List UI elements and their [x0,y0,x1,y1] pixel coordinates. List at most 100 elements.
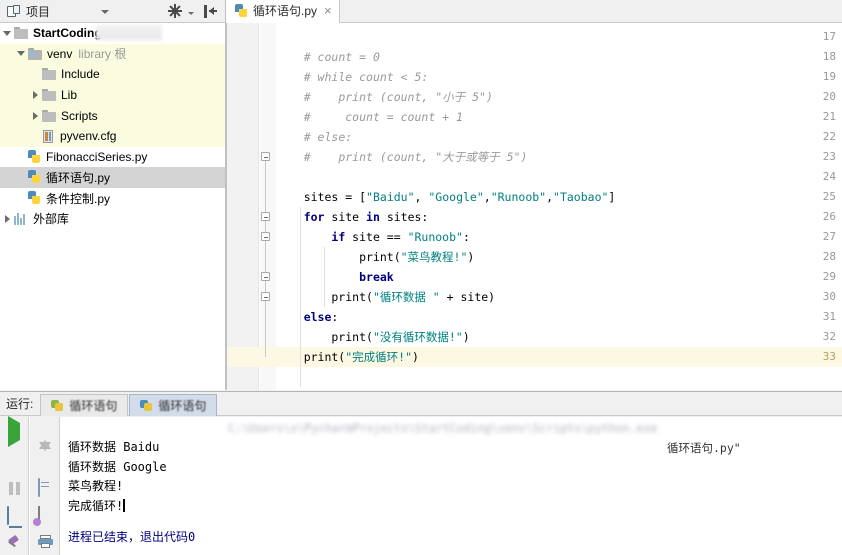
code-line[interactable]: break [276,267,842,287]
line-number: 27 [822,230,836,243]
show-console-button[interactable] [5,506,23,525]
pause-button[interactable] [5,479,23,497]
tree-item-label: Include [61,67,100,82]
code-line[interactable]: if site == "Runoob": [276,227,842,247]
line-number: 30 [822,290,836,303]
tree-row[interactable]: 循环语句.py [0,167,225,188]
fold-toggle-icon[interactable] [261,152,270,161]
line-number: 18 [822,50,836,63]
tab-xunhuanyuju-py[interactable]: 循环语句.py × [226,0,340,23]
run-tab-0[interactable]: 循环语句 [40,393,129,416]
project-icon [7,4,21,18]
code-token: ) [467,250,475,264]
library-icon [14,212,28,225]
chevron-right-icon[interactable] [28,111,42,120]
code-token: break [359,270,394,284]
chevron-right-icon[interactable] [0,214,14,223]
tree-item-label: venv [47,46,73,61]
tree-row[interactable]: 外部库 [0,208,225,229]
code-line[interactable]: print("菜鸟教程!") [276,247,842,267]
code-token: site [324,210,367,224]
console-command-line-tail: 循环语句.py" [667,441,741,455]
line-number: 32 [822,330,836,343]
tree-row[interactable]: pyvenv.cfg [0,125,225,147]
code-line[interactable]: print("循环数据 " + site) [276,287,842,307]
code-line[interactable] [276,27,842,47]
editor-fold-column[interactable] [260,23,276,390]
code-token: print( [276,250,401,264]
close-icon[interactable]: × [324,4,332,17]
tree-item-label: 循环语句.py [46,170,111,185]
code-line[interactable]: # count = count + 1 [276,107,842,127]
code-line[interactable]: sites = ["Baidu", "Google","Runoob","Tao… [276,187,842,207]
stop-button[interactable] [5,451,23,469]
code-token: # count = count + 1 [303,110,463,124]
run-config-icon [51,399,64,412]
tree-item-label: 条件控制.py [46,191,111,206]
code-line[interactable]: # count = 0 [276,47,842,67]
code-line[interactable]: print("没有循环数据!") [276,327,842,347]
tree-row[interactable]: venv library 根 [0,43,225,65]
arrow-up-icon[interactable] [36,423,54,449]
chevron-right-icon[interactable] [28,91,42,100]
code-token: if [331,230,346,244]
fold-toggle-icon[interactable] [261,292,270,301]
code-line[interactable] [276,167,842,187]
soft-wrap-button[interactable] [36,478,54,497]
tree-item-sublabel: library 根 [78,47,127,62]
project-tree-panel[interactable]: StartCoding venv library 根 Include Lib Script… [0,23,226,390]
code-line[interactable]: print("完成循环!") [276,347,842,367]
code-token: "Baidu" [366,190,415,204]
tree-row[interactable]: Include [0,64,225,85]
code-token: [ [359,190,367,204]
code-line[interactable]: # while count < 5: [276,67,842,87]
redacted-region [96,25,162,40]
folder-module-icon [28,47,42,60]
code-line[interactable]: for site in sites: [276,207,842,227]
project-tool-header: 项目 [0,0,226,23]
code-token: , [546,190,554,204]
pin-tab-button[interactable] [5,534,23,553]
code-token: # print (count, "大于或等于 5") [303,150,528,164]
code-token: print( [276,330,373,344]
gear-chevron-icon[interactable] [188,12,194,15]
code-token: # else: [303,130,353,144]
chevron-down-icon[interactable] [14,51,28,57]
python-file-icon [28,191,41,205]
tree-row[interactable]: Scripts [0,105,225,126]
fold-toggle-icon[interactable] [261,272,270,281]
editor-code-area[interactable]: # count = 0 # while count < 5: # print (… [227,23,842,390]
tree-row[interactable]: StartCoding [0,23,225,44]
code-line[interactable]: else: [276,307,842,327]
run-second-toolbar [30,417,60,555]
console-line-text: 菜鸟教程! [68,479,124,493]
chevron-down-icon[interactable] [0,30,14,36]
tree-item-label: pyvenv.cfg [60,129,117,144]
code-token: for [303,210,325,224]
fold-toggle-icon[interactable] [261,212,270,221]
python-file-icon [28,170,41,184]
console-output[interactable]: C:\Users\x\PycharmProjects\StartCoding\v… [61,417,842,555]
code-line[interactable]: # print (count, "大于或等于 5") [276,147,842,167]
code-line[interactable]: # else: [276,127,842,147]
editor-gutter[interactable] [227,23,259,390]
console-line: 进程已结束，退出代码0 [68,528,842,548]
tree-row[interactable]: FibonacciSeries.py [0,147,225,168]
code-token: "Taobao" [553,190,609,204]
tree-row[interactable]: 条件控制.py [0,188,225,209]
rerun-button[interactable] [5,416,23,447]
save-output-button[interactable] [36,506,54,525]
tree-item-label: Scripts [61,108,98,123]
run-tab-1[interactable]: 循环语句 [129,393,218,416]
tree-row[interactable]: Lib [0,84,225,106]
fold-toggle-icon[interactable] [261,232,270,241]
print-button[interactable] [36,535,54,553]
arrow-down-icon[interactable] [36,442,54,469]
code-line[interactable]: # print (count, "小于 5") [276,87,842,107]
collapse-all-icon[interactable] [203,4,217,18]
chevron-down-icon[interactable] [101,10,109,14]
code-editor[interactable]: # count = 0 # while count < 5: # print (… [227,23,842,390]
gear-icon[interactable] [168,4,182,18]
